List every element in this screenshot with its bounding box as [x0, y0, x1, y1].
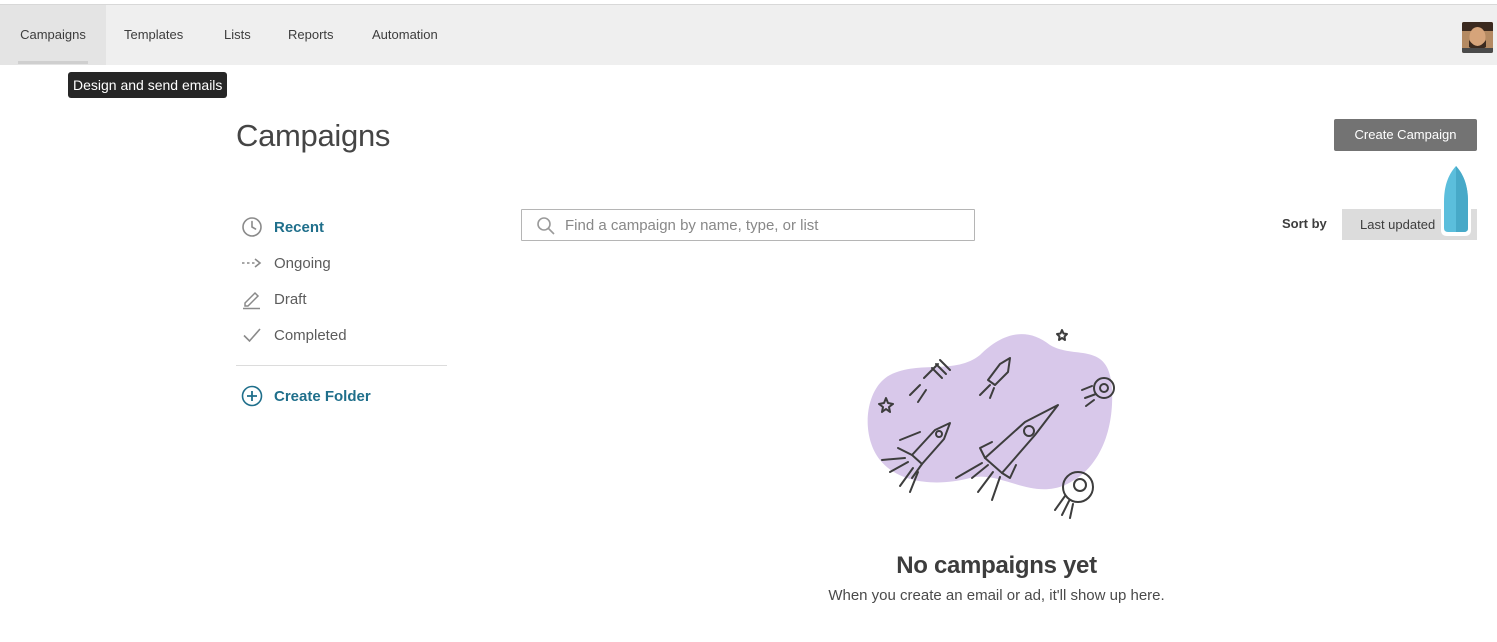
search-box[interactable] — [521, 209, 975, 241]
sidebar-divider — [236, 365, 447, 366]
empty-state-subtitle: When you create an email or ad, it'll sh… — [828, 587, 1165, 604]
sidebar-item-label: Ongoing — [274, 255, 331, 272]
sidebar-item-label: Recent — [274, 219, 325, 236]
top-navigation: Campaigns Templates Lists Reports Automa… — [0, 5, 1497, 65]
nav-campaigns-label: Campaigns — [20, 27, 86, 42]
search-icon — [536, 216, 556, 236]
nav-reports[interactable]: Reports — [288, 5, 334, 65]
search-input[interactable] — [565, 214, 965, 236]
empty-state-title: No campaigns yet — [896, 552, 1097, 579]
active-tab-indicator — [18, 61, 88, 64]
sidebar-item-label: Completed — [274, 327, 347, 344]
tooltip: Design and send emails — [68, 72, 228, 98]
create-folder-label: Create Folder — [274, 388, 371, 405]
plus-circle-icon — [241, 385, 263, 407]
nav-automation[interactable]: Automation — [372, 5, 438, 65]
pencil-icon — [241, 288, 263, 310]
dashed-arrow-icon — [241, 252, 263, 274]
clock-icon — [241, 216, 263, 238]
nav-templates[interactable]: Templates — [124, 5, 183, 65]
create-campaign-button[interactable]: Create Campaign — [1334, 119, 1477, 151]
rockets-illustration — [860, 320, 1130, 525]
cursor-pointer-icon — [1437, 160, 1475, 238]
nav-campaigns[interactable]: Campaigns — [0, 5, 106, 65]
sidebar-item-label: Draft — [274, 291, 307, 308]
nav-lists[interactable]: Lists — [224, 5, 251, 65]
user-avatar[interactable] — [1462, 22, 1493, 53]
sort-label: Sort by — [1282, 216, 1327, 231]
checkmark-icon — [241, 324, 263, 346]
page-title: Campaigns — [236, 118, 391, 153]
